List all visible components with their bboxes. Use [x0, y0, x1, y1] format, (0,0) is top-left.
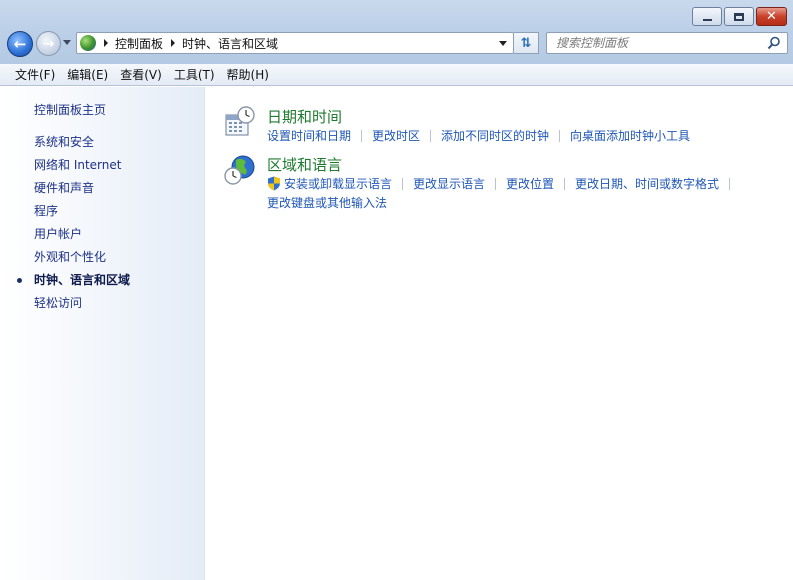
breadcrumb-control-panel[interactable]: 控制面板 — [115, 35, 163, 52]
link-divider — [564, 178, 566, 190]
back-button[interactable]: ← — [7, 31, 33, 57]
search-box[interactable] — [546, 32, 788, 54]
category-links: 安装或卸载显示语言 更改显示语言 更改位置 更改日期、时间或数字格式更改键盘或其他输入… — [267, 175, 767, 213]
link-divider — [402, 178, 404, 190]
recent-pages-dropdown[interactable] — [63, 40, 71, 45]
search-icon[interactable] — [767, 36, 781, 50]
sidebar-item-system-security[interactable]: 系统和安全 — [0, 134, 205, 157]
uac-shield-icon — [268, 176, 280, 191]
minimize-button[interactable] — [692, 7, 722, 26]
category-links: 设置时间和日期 更改时区 添加不同时区的时钟 向桌面添加时钟小工具 — [267, 127, 767, 146]
refresh-button[interactable]: ⇅ — [514, 32, 539, 54]
category-title[interactable]: 日期和时间 — [267, 106, 342, 127]
link-change-display-language[interactable]: 更改显示语言 — [413, 177, 485, 191]
minimize-icon — [702, 18, 712, 21]
left-nav-pane: 控制面板主页 系统和安全 网络和 Internet 硬件和声音 程序 用户帐户 … — [0, 87, 205, 580]
close-button[interactable]: ✕ — [756, 7, 787, 26]
sidebar-item-label: 时钟、语言和区域 — [34, 273, 131, 287]
link-add-clocks[interactable]: 添加不同时区的时钟 — [441, 129, 549, 143]
main-content: 日期和时间 设置时间和日期 更改时区 添加不同时区的时钟 向桌面添加时钟小工具 区域和… — [206, 87, 793, 580]
arrow-left-icon: ← — [13, 35, 27, 53]
sidebar-item-clock-language-region[interactable]: 时钟、语言和区域 — [0, 272, 205, 295]
sidebar-item-control-panel-home[interactable]: 控制面板主页 — [34, 101, 106, 118]
window-frame: ✕ ← → 控制面板 时钟、语言和区域 ⇅ — [0, 0, 793, 64]
sidebar-item-ease-of-access[interactable]: 轻松访问 — [0, 295, 205, 318]
address-dropdown-icon[interactable] — [499, 41, 507, 46]
close-icon: ✕ — [766, 9, 777, 24]
category-title[interactable]: 区域和语言 — [267, 154, 342, 175]
menu-help[interactable]: 帮助(H) — [221, 66, 275, 83]
link-set-time-date[interactable]: 设置时间和日期 — [267, 129, 351, 143]
address-bar[interactable]: 控制面板 时钟、语言和区域 — [76, 32, 514, 54]
caption-buttons: ✕ — [692, 7, 787, 26]
control-panel-icon — [80, 35, 96, 51]
menu-tools[interactable]: 工具(T) — [168, 66, 221, 83]
breadcrumb-chevron-icon[interactable] — [171, 39, 176, 47]
link-change-keyboards[interactable]: 更改键盘或其他输入法 — [267, 196, 387, 210]
link-divider — [361, 130, 363, 142]
sidebar-item-hardware-sound[interactable]: 硬件和声音 — [0, 180, 205, 203]
link-change-formats[interactable]: 更改日期、时间或数字格式 — [575, 177, 719, 191]
menu-view[interactable]: 查看(V) — [114, 66, 168, 83]
maximize-icon — [734, 12, 744, 21]
link-add-clock-gadget[interactable]: 向桌面添加时钟小工具 — [570, 129, 690, 143]
globe-clock-icon — [224, 155, 255, 185]
link-install-uninstall-languages[interactable]: 安装或卸载显示语言 — [284, 177, 392, 191]
link-divider — [729, 178, 731, 190]
link-divider — [495, 178, 497, 190]
arrow-right-icon: → — [42, 35, 55, 52]
link-divider — [559, 130, 561, 142]
search-input[interactable] — [556, 36, 766, 50]
refresh-icon: ⇅ — [520, 35, 532, 51]
sidebar-item-programs[interactable]: 程序 — [0, 203, 205, 226]
maximize-button[interactable] — [724, 7, 754, 26]
menu-edit[interactable]: 编辑(E) — [61, 66, 114, 83]
active-bullet-icon — [17, 278, 22, 283]
calendar-clock-icon — [225, 106, 255, 136]
forward-button[interactable]: → — [36, 31, 61, 56]
breadcrumb-chevron-icon[interactable] — [104, 39, 108, 47]
sidebar-list: 系统和安全 网络和 Internet 硬件和声音 程序 用户帐户 外观和个性化 … — [0, 134, 205, 318]
link-divider — [430, 130, 432, 142]
menu-bar: 文件(F) 编辑(E) 查看(V) 工具(T) 帮助(H) — [0, 64, 793, 86]
sidebar-item-user-accounts[interactable]: 用户帐户 — [0, 226, 205, 249]
breadcrumb-clock-language-region[interactable]: 时钟、语言和区域 — [182, 35, 278, 52]
sidebar-item-network-internet[interactable]: 网络和 Internet — [0, 157, 205, 180]
sidebar-item-appearance[interactable]: 外观和个性化 — [0, 249, 205, 272]
menu-file[interactable]: 文件(F) — [9, 66, 61, 83]
link-change-location[interactable]: 更改位置 — [506, 177, 554, 191]
link-change-timezone[interactable]: 更改时区 — [372, 129, 420, 143]
